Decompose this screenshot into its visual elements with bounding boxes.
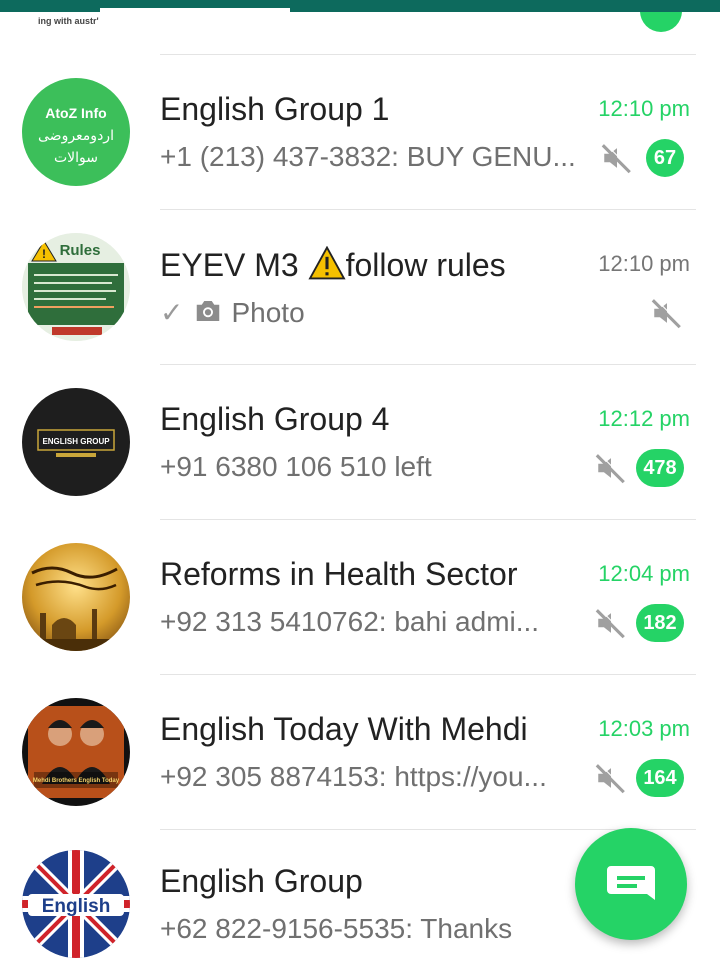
chat-time: 12:10 pm xyxy=(598,96,690,121)
avatar-image: ! Rules xyxy=(22,233,130,341)
app-header-bar xyxy=(0,0,720,12)
avatar-line2: اردومعروضی xyxy=(38,128,114,144)
avatar-image: ENGLISH GROUP xyxy=(37,429,115,457)
chat-row-eyev-m3[interactable]: ! Rules EYEV M3 follow rules 12:10 pm ✓ … xyxy=(0,210,720,364)
unread-badge: 182 xyxy=(636,604,684,642)
chat-preview: +62 822-9156-5535: Thanks xyxy=(160,913,513,944)
new-chat-icon xyxy=(607,866,655,900)
avatar-image: AtoZ Info اردومعروضی سوالات xyxy=(38,105,114,166)
mute-icon xyxy=(601,142,633,174)
avatar-title: Rules xyxy=(60,242,101,259)
avatar-image: Mehdi Brothers English Today xyxy=(28,706,124,798)
unread-badge: 164 xyxy=(636,759,684,797)
chat-preview: +91 6380 106 510 left xyxy=(160,451,432,482)
avatar-line1: AtoZ Info xyxy=(45,105,106,121)
warning-icon xyxy=(308,246,346,280)
avatar-line3: سوالات xyxy=(54,150,98,166)
avatar-caption: Mehdi Brothers English Today xyxy=(33,778,120,784)
chat-time: 12:03 pm xyxy=(598,716,690,741)
chat-row-reforms-health[interactable]: Reforms in Health Sector 12:04 pm +92 31… xyxy=(0,520,720,674)
camera-icon xyxy=(197,301,220,321)
chat-name: English Group 1 xyxy=(160,91,390,127)
chat-name: Reforms in Health Sector xyxy=(160,556,518,592)
chat-row-english-group-1[interactable]: AtoZ Info اردومعروضی سوالات English Grou… xyxy=(0,55,720,209)
partial-chat-row[interactable]: ing with austr' xyxy=(0,12,720,54)
unread-badge: 67 xyxy=(646,139,684,177)
avatar-label: ENGLISH GROUP xyxy=(42,437,110,446)
chat-name: English Group xyxy=(160,863,363,899)
chat-time: 12:10 pm xyxy=(598,251,690,276)
group-avatar[interactable]: ! Rules xyxy=(22,233,130,341)
chat-name: EYEV M3 follow rules xyxy=(160,246,506,284)
group-avatar[interactable]: English xyxy=(22,850,130,958)
svg-text:!: ! xyxy=(42,247,46,261)
chat-time: 12:04 pm xyxy=(598,561,690,586)
chat-preview: +1 (213) 437-3832: BUY GENU... xyxy=(160,141,576,172)
mute-icon xyxy=(595,762,627,794)
sent-check-icon: ✓ xyxy=(160,297,184,328)
group-avatar[interactable] xyxy=(22,543,130,651)
chat-preview-container: ✓ Photo xyxy=(160,296,305,329)
mute-icon xyxy=(595,452,627,484)
avatar-image: English xyxy=(22,850,130,958)
mute-icon xyxy=(595,607,627,639)
chat-row-english-today[interactable]: Mehdi Brothers English Today English Tod… xyxy=(0,675,720,829)
partial-avatar-caption: ing with austr' xyxy=(38,16,99,26)
partial-unread-badge xyxy=(640,12,682,32)
chat-preview: +92 305 8874153: https://you... xyxy=(160,761,547,792)
group-avatar[interactable]: Mehdi Brothers English Today xyxy=(22,698,130,806)
chat-preview: Photo xyxy=(231,297,305,328)
chat-time: 12:12 pm xyxy=(598,406,690,431)
chat-name: English Today With Mehdi xyxy=(160,711,528,747)
chat-preview: +92 313 5410762: bahi admi... xyxy=(160,606,540,637)
group-avatar[interactable]: AtoZ Info اردومعروضی سوالات xyxy=(22,78,130,186)
chat-name: English Group 4 xyxy=(160,401,390,437)
chat-name-suffix: follow rules xyxy=(345,247,506,283)
avatar-label: English xyxy=(42,896,111,917)
chat-name-text: EYEV M3 xyxy=(160,247,308,283)
mute-icon xyxy=(651,297,683,329)
group-avatar[interactable]: ENGLISH GROUP xyxy=(22,388,130,496)
chat-row-english-group-4[interactable]: ENGLISH GROUP English Group 4 12:12 pm +… xyxy=(0,365,720,519)
unread-badge: 478 xyxy=(636,449,684,487)
avatar-image xyxy=(22,543,130,651)
new-chat-button[interactable] xyxy=(575,828,687,940)
